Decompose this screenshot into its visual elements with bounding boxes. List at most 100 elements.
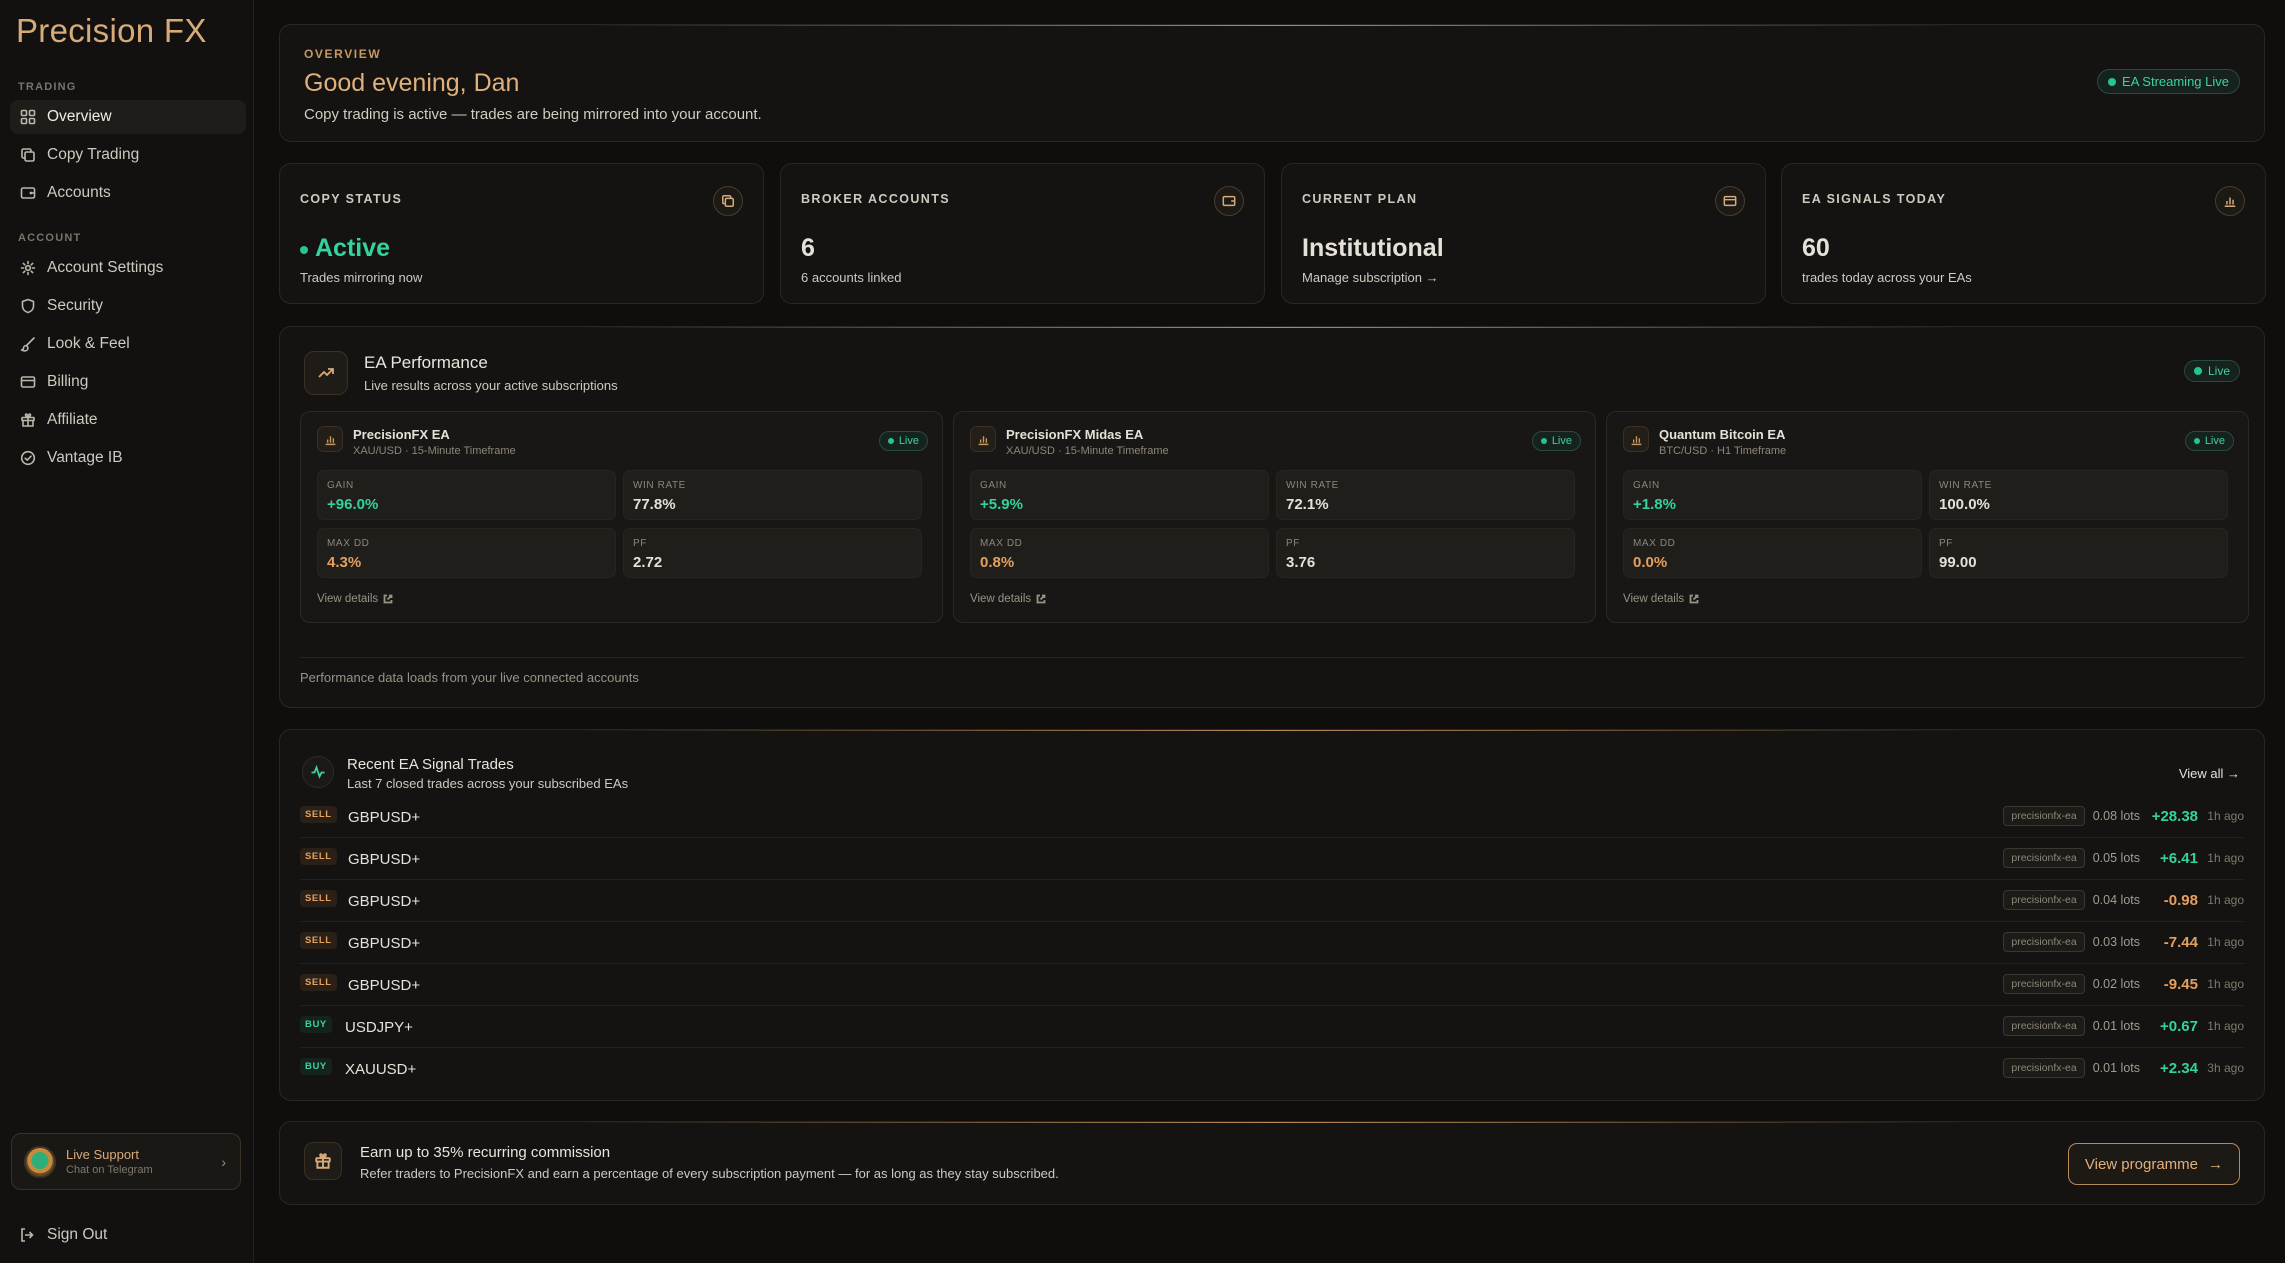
table-row[interactable]: BUY USDJPY+ precisionfx-ea 0.01 lots +0.67… [300, 1006, 2244, 1048]
metric-value: 0.0% [1633, 554, 1668, 571]
view-details-link[interactable]: View details [317, 593, 393, 605]
table-row[interactable]: SELL GBPUSD+ precisionfx-ea 0.08 lots +28.… [300, 796, 2244, 838]
trade-lots: 0.08 lots [2092, 809, 2140, 823]
trade-time: 1h ago [2207, 935, 2244, 949]
panel-title: Recent EA Signal Trades [347, 756, 514, 773]
table-row[interactable]: SELL GBPUSD+ precisionfx-ea 0.03 lots -7.4… [300, 922, 2244, 964]
affiliate-banner: Earn up to 35% recurring commission Refe… [279, 1121, 2265, 1205]
view-programme-label: View programme [2084, 1155, 2198, 1173]
wallet-icon[interactable] [1214, 186, 1244, 216]
side-badge: SELL [300, 890, 337, 907]
ea-live-label: Live [2204, 435, 2225, 447]
grid-icon [19, 108, 37, 126]
trade-symbol: GBPUSD+ [348, 809, 421, 826]
trade-time: 1h ago [2207, 809, 2244, 823]
ea-live-label: Live [898, 435, 919, 447]
trade-pnl: +0.67 [2160, 1017, 2198, 1035]
bar-chart-icon [317, 426, 343, 452]
ea-live-badge: Live [878, 431, 928, 451]
table-row[interactable]: BUY XAUUSD+ precisionfx-ea 0.01 lots +2.34… [300, 1048, 2244, 1090]
gift-icon [19, 411, 37, 429]
stat-label: EA SIGNALS TODAY [1802, 192, 1947, 206]
check-circle-icon [19, 449, 37, 467]
sidebar-item-look-and-feel[interactable]: Look & Feel [10, 327, 246, 361]
view-details-link[interactable]: View details [1623, 593, 1699, 605]
sidebar-item-label: Billing [47, 373, 89, 390]
ea-tag: precisionfx-ea [2003, 1016, 2085, 1036]
metric-pf: PF 99.00 [1929, 528, 2228, 578]
sidebar: Precision FX TRADING Overview Copy Tradi… [0, 0, 254, 1263]
metric-label: WIN RATE [1939, 480, 1992, 491]
stat-sub: 6 accounts linked [801, 270, 902, 285]
stat-value: 6 [801, 234, 815, 262]
metric-label: PF [633, 538, 647, 549]
ea-name: PrecisionFX EA [353, 427, 450, 442]
live-support-card[interactable]: Live Support Chat on Telegram › [11, 1133, 241, 1190]
metric-label: WIN RATE [1286, 480, 1339, 491]
ea-timeframe: XAU/USD · 15-Minute Timeframe [353, 445, 516, 457]
metric-value: 4.3% [327, 554, 362, 571]
ea-live-label: Live [1551, 435, 1572, 447]
trade-lots: 0.05 lots [2092, 851, 2140, 865]
copy-icon[interactable] [713, 186, 743, 216]
nav-section-trading: TRADING [18, 81, 77, 93]
ea-tag: precisionfx-ea [2003, 890, 2085, 910]
status-dot [2193, 367, 2202, 375]
activity-icon [302, 756, 334, 788]
ea-live-badge: Live [2184, 431, 2234, 451]
status-dot [300, 246, 308, 254]
sidebar-item-copy-trading[interactable]: Copy Trading [10, 138, 246, 172]
sidebar-item-label: Copy Trading [47, 146, 140, 163]
trade-pnl: +28.38 [2151, 807, 2198, 825]
manage-subscription-link[interactable]: Manage subscription → [1302, 270, 1439, 285]
sidebar-item-overview[interactable]: Overview [10, 100, 246, 134]
metric-value: +96.0% [327, 496, 379, 513]
metric-label: MAX DD [1633, 538, 1676, 549]
metric-value: 100.0% [1939, 496, 1990, 513]
trade-lots: 0.02 lots [2092, 977, 2140, 991]
brand-logo[interactable]: Precision FX [16, 12, 207, 50]
ea-timeframe: BTC/USD · H1 Timeframe [1659, 445, 1787, 457]
nav-section-account: ACCOUNT [18, 232, 82, 244]
live-label: Live [2207, 364, 2230, 378]
metric-label: GAIN [327, 480, 354, 491]
ea-live-badge: Live [1531, 431, 1581, 451]
credit-card-icon[interactable] [1715, 186, 1745, 216]
sign-out-button[interactable]: Sign Out [19, 1226, 107, 1244]
table-row[interactable]: SELL GBPUSD+ precisionfx-ea 0.04 lots -0.9… [300, 880, 2244, 922]
sidebar-item-accounts[interactable]: Accounts [10, 176, 246, 210]
ea-performance-panel: EA Performance Live results across your … [279, 326, 2265, 708]
metric-value: 77.8% [633, 496, 676, 513]
metric-win-rate: WIN RATE 72.1% [1276, 470, 1575, 520]
trade-time: 1h ago [2207, 893, 2244, 907]
panel-subtitle: Live results across your active subscrip… [364, 378, 618, 393]
arrow-right-icon: → [2208, 1155, 2223, 1173]
stat-label: BROKER ACCOUNTS [801, 192, 951, 206]
trade-lots: 0.01 lots [2092, 1019, 2140, 1033]
metric-max-dd: MAX DD 0.8% [970, 528, 1269, 578]
view-details-label: View details [317, 593, 379, 605]
metric-value: 72.1% [1286, 496, 1329, 513]
metric-label: MAX DD [327, 538, 370, 549]
metric-win-rate: WIN RATE 100.0% [1929, 470, 2228, 520]
view-details-label: View details [970, 593, 1032, 605]
view-all-link[interactable]: View all → [2179, 766, 2240, 781]
sidebar-item-vantage-ib[interactable]: Vantage IB [10, 441, 246, 475]
gift-icon [304, 1142, 342, 1180]
sidebar-item-affiliate[interactable]: Affiliate [10, 403, 246, 437]
status-dot [2193, 438, 2200, 444]
metric-pf: PF 3.76 [1276, 528, 1575, 578]
table-row[interactable]: SELL GBPUSD+ precisionfx-ea 0.02 lots -9.4… [300, 964, 2244, 1006]
view-details-link[interactable]: View details [970, 593, 1046, 605]
trade-symbol: XAUUSD+ [345, 1061, 417, 1078]
trade-pnl: +2.34 [2160, 1059, 2198, 1077]
ea-tag: precisionfx-ea [2003, 974, 2085, 994]
logout-icon [21, 1228, 34, 1242]
table-row[interactable]: SELL GBPUSD+ precisionfx-ea 0.05 lots +6.4… [300, 838, 2244, 880]
view-programme-button[interactable]: View programme → [2067, 1143, 2240, 1185]
sidebar-item-security[interactable]: Security [10, 289, 246, 323]
external-link-icon [1036, 594, 1046, 604]
sidebar-item-account-settings[interactable]: Account Settings [10, 251, 246, 285]
bar-chart-icon[interactable] [2215, 186, 2245, 216]
sidebar-item-billing[interactable]: Billing [10, 365, 246, 399]
